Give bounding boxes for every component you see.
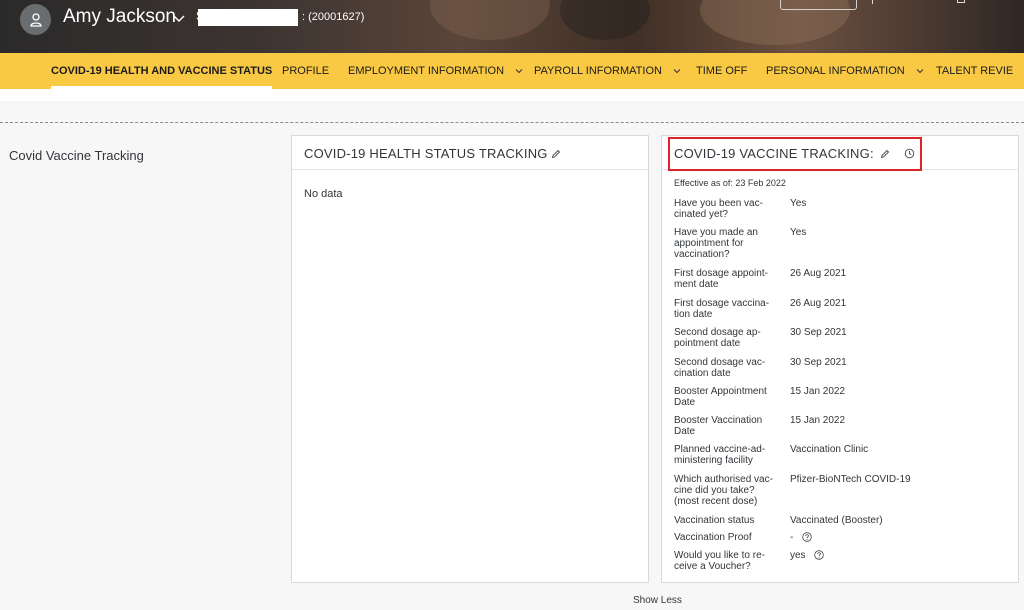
field-label: First dosage vaccina-tion date <box>674 298 770 320</box>
header-background-decoration <box>560 0 650 40</box>
field-label: First dosage appoint-ment date <box>674 268 768 290</box>
tab-label: TIME OFF <box>696 65 748 77</box>
tab-bar: COVID-19 HEALTH AND VACCINE STATUS PROFI… <box>0 53 1024 89</box>
field-value: Yes <box>790 198 807 209</box>
health-status-card: COVID-19 HEALTH STATUS TRACKING No data <box>291 135 649 583</box>
field-label: Would you like to re-ceive a Voucher? <box>674 550 765 572</box>
field-value: 26 Aug 2021 <box>790 298 847 309</box>
person-icon <box>29 12 42 27</box>
help-icon[interactable] <box>814 550 825 561</box>
header-action-button[interactable] <box>780 0 857 10</box>
field-value: Vaccination Clinic <box>790 444 869 455</box>
field-label: Which authorised vac-cine did you take?(… <box>674 474 773 507</box>
field-value: Yes <box>790 227 807 238</box>
tab-talent-review[interactable]: TALENT REVIE <box>936 53 1013 89</box>
field-value: Vaccinated (Booster) <box>790 515 883 526</box>
user-name[interactable]: Amy Jackson <box>63 6 176 28</box>
empty-state-text: No data <box>304 188 343 200</box>
tab-label: TALENT REVIE <box>936 65 1014 77</box>
tab-profile[interactable]: PROFILE <box>282 53 329 89</box>
tab-personal-information[interactable]: PERSONAL INFORMATION <box>766 53 924 89</box>
employee-id: : (20001627) <box>302 11 365 23</box>
chevron-down-icon <box>515 69 523 74</box>
section-title: Covid Vaccine Tracking <box>9 148 144 163</box>
field-value: 30 Sep 2021 <box>790 327 847 338</box>
field-label: Booster Vaccination Date <box>674 415 763 437</box>
chevron-down-icon[interactable] <box>173 13 185 23</box>
field-label: Second dosage vac-cination date <box>674 357 766 379</box>
header-background-decoration <box>430 0 550 40</box>
field-label: Have you been vac-cinated yet? <box>674 198 763 220</box>
card-title: COVID-19 HEALTH STATUS TRACKING <box>304 146 548 161</box>
field-label: Vaccination status <box>674 515 755 526</box>
effective-date: Effective as of: 23 Feb 2022 <box>674 178 786 188</box>
header-action-icon[interactable] <box>872 0 880 4</box>
field-label: Have you made an appointment for vaccinati… <box>674 227 758 260</box>
tab-time-off[interactable]: TIME OFF <box>696 53 747 89</box>
tab-label: PERSONAL INFORMATION <box>766 65 905 77</box>
field-value: Pfizer-BioNTech COVID-19 <box>790 474 911 485</box>
tab-label: PROFILE <box>282 65 330 77</box>
avatar[interactable] <box>20 4 51 35</box>
tab-label: EMPLOYMENT INFORMATION <box>348 65 505 77</box>
field-value: yes <box>790 550 806 561</box>
field-label: Planned vaccine-ad-ministering facility <box>674 444 766 466</box>
tab-label: PAYROLL INFORMATION <box>534 65 662 77</box>
tab-payroll-information[interactable]: PAYROLL INFORMATION <box>534 53 681 89</box>
field-value-with-help: yes <box>790 550 825 561</box>
field-value: 15 Jan 2022 <box>790 415 846 426</box>
field-label: Second dosage ap-pointment date <box>674 327 761 349</box>
field-label: Vaccination Proof <box>674 532 752 543</box>
tab-covid-health[interactable]: COVID-19 HEALTH AND VACCINE STATUS <box>51 53 273 89</box>
field-value: - <box>790 532 794 543</box>
redacted-block <box>198 9 298 26</box>
chevron-down-icon <box>673 69 681 74</box>
field-value-with-help: - <box>790 532 812 543</box>
tab-label: COVID-19 HEALTH AND VACCINE STATUS <box>51 65 273 77</box>
pencil-icon[interactable] <box>551 149 561 159</box>
tab-employment-information[interactable]: EMPLOYMENT INFORMATION <box>348 53 523 89</box>
header-action-icon[interactable] <box>957 0 965 3</box>
tab-scroll-button[interactable] <box>1014 53 1024 89</box>
content-band <box>0 89 1024 101</box>
redacted-initial: S <box>196 9 205 23</box>
highlight-box <box>668 137 922 171</box>
card-header: COVID-19 HEALTH STATUS TRACKING <box>292 136 648 170</box>
field-value: 30 Sep 2021 <box>790 357 847 368</box>
section-divider <box>0 122 1024 123</box>
profile-header: Amy Jackson S : (20001627) <box>0 0 1024 53</box>
show-less-link[interactable]: Show Less <box>633 595 682 606</box>
chevron-down-icon <box>916 69 924 74</box>
field-label: Booster Appointment Date <box>674 386 767 408</box>
field-value: 26 Aug 2021 <box>790 268 847 279</box>
field-value: 15 Jan 2022 <box>790 386 846 397</box>
help-icon[interactable] <box>802 532 812 543</box>
